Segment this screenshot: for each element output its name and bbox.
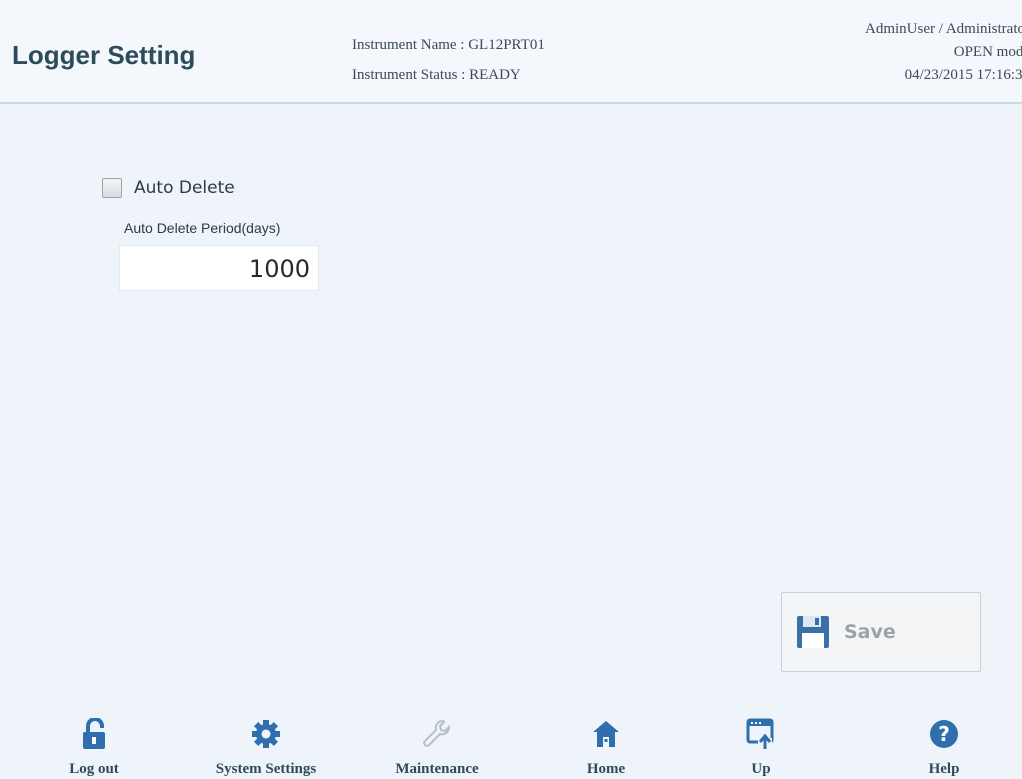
nav-home-label: Home bbox=[586, 761, 626, 777]
instrument-info: Instrument Name : GL12PRT01 Instrument S… bbox=[352, 30, 545, 90]
gear-icon bbox=[248, 716, 284, 752]
auto-delete-checkbox[interactable] bbox=[102, 178, 122, 198]
instrument-status: Instrument Status : READY bbox=[352, 67, 521, 83]
auto-delete-option[interactable]: Auto Delete bbox=[102, 178, 235, 198]
header-bar: Logger Setting Instrument Name : GL12PRT… bbox=[0, 0, 1022, 104]
nav-home[interactable]: Home bbox=[521, 716, 691, 779]
nav-up[interactable]: Up bbox=[676, 716, 846, 779]
help-icon: ? bbox=[926, 716, 962, 752]
nav-maintenance[interactable]: Maintenance bbox=[352, 716, 522, 779]
save-label: Save bbox=[844, 621, 896, 643]
svg-text:?: ? bbox=[938, 722, 950, 746]
nav-help[interactable]: ? Help bbox=[859, 716, 1022, 779]
nav-help-label: Help bbox=[928, 761, 960, 777]
nav-logout-label: Log out bbox=[69, 761, 119, 777]
wrench-icon bbox=[419, 716, 455, 752]
nav-up-label: Up bbox=[751, 761, 771, 777]
nav-system-settings-label: System Settings bbox=[215, 761, 317, 777]
up-arrow-window-icon bbox=[743, 716, 779, 752]
auto-delete-period-label: Auto Delete Period(days) bbox=[124, 220, 281, 236]
nav-maintenance-label: Maintenance bbox=[395, 761, 479, 777]
instrument-name: Instrument Name : GL12PRT01 bbox=[352, 37, 545, 53]
auto-delete-label: Auto Delete bbox=[134, 178, 235, 198]
user-info: AdminUser / Administrator OPEN mode 04/2… bbox=[865, 18, 1022, 87]
save-button[interactable]: Save bbox=[781, 592, 981, 672]
unlock-icon bbox=[76, 716, 112, 752]
floppy-disk-icon bbox=[797, 616, 829, 648]
nav-system-settings[interactable]: System Settings bbox=[181, 716, 351, 779]
user-role: AdminUser / Administrator bbox=[865, 21, 1022, 37]
datetime: 04/23/2015 17:16:30 bbox=[904, 67, 1022, 83]
nav-logout[interactable]: Log out bbox=[9, 716, 179, 779]
home-icon bbox=[588, 716, 624, 752]
mode-indicator: OPEN mode bbox=[953, 44, 1022, 60]
auto-delete-period-input[interactable]: 1000 bbox=[119, 245, 319, 291]
page-title: Logger Setting bbox=[12, 40, 196, 70]
